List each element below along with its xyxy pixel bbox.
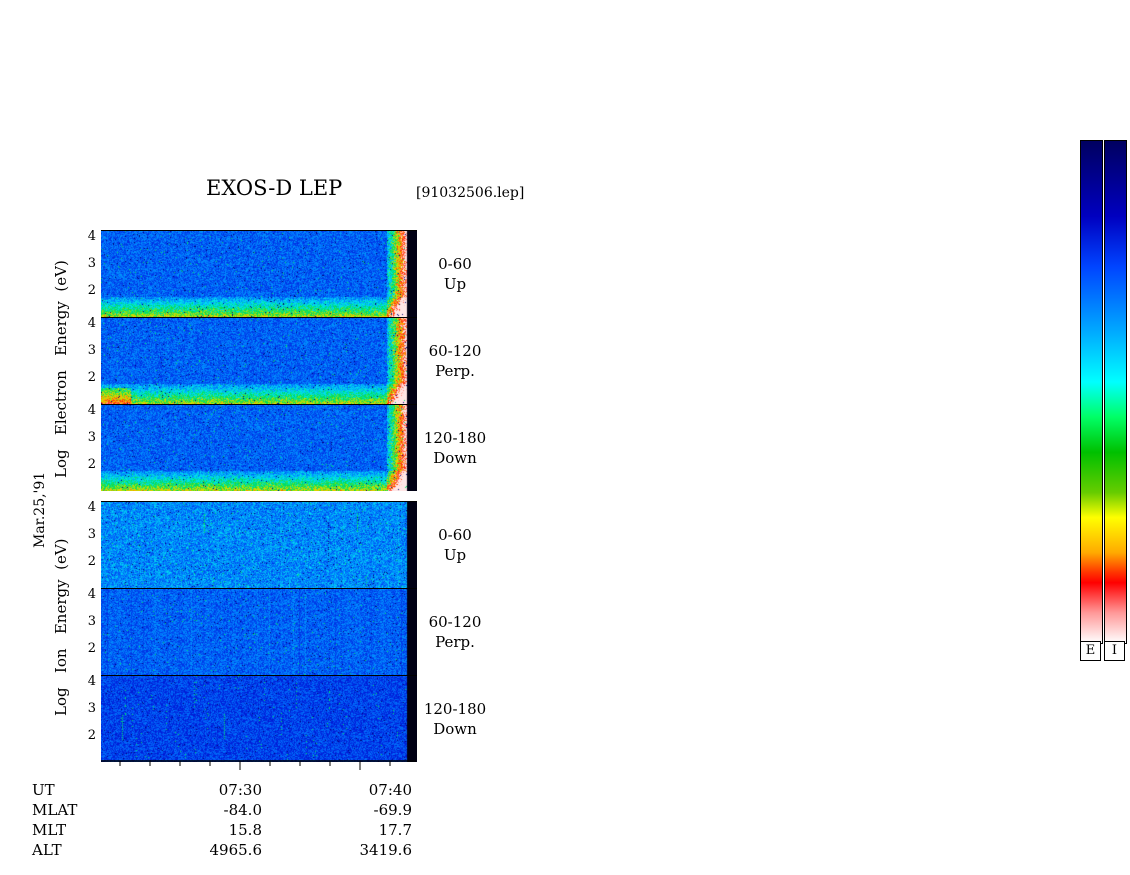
- x-ticks: [119, 761, 391, 770]
- footer-col-0740: 07:40 -69.9 17.7 3419.6: [340, 780, 413, 860]
- axis-word-log: Log: [52, 687, 70, 716]
- y-tick-label: 3: [87, 430, 96, 445]
- colorbar-ion: [1104, 140, 1127, 644]
- axis-word-energy: Energy: [52, 301, 70, 356]
- pitch-angle-range: 0-60: [438, 255, 472, 273]
- panel-border: [101, 675, 417, 676]
- y-tick-label: 3: [87, 527, 96, 542]
- date-label: Mar.25,'91: [32, 471, 48, 548]
- spectrogram-canvas: [101, 317, 417, 404]
- pitch-angle-range: 60-120: [428, 342, 482, 360]
- footer-value: 15.8: [228, 821, 262, 839]
- axis-word-log: Log: [52, 449, 70, 478]
- x-axis: [101, 760, 416, 770]
- pitch-angle-range: 120-180: [423, 429, 487, 447]
- panel-border: [101, 588, 417, 589]
- pitch-angle-direction: Up: [443, 275, 467, 293]
- y-tick-label: 4: [87, 403, 96, 418]
- colorbar-electron: [1080, 140, 1103, 644]
- electron-axis-label: Log Electron Energy (eV): [52, 260, 70, 478]
- y-tick-label: 2: [87, 641, 96, 656]
- pitch-angle-direction: Up: [443, 546, 467, 564]
- pitch-angle-range: 120-180: [423, 700, 487, 718]
- spectrogram-electron-2: [101, 404, 417, 491]
- footer-value: -69.9: [373, 801, 412, 819]
- spectrogram-ion-4: [101, 588, 417, 675]
- chart-title: EXOS-D LEP: [206, 176, 343, 200]
- panel-border: [101, 404, 417, 405]
- footer-value: 07:40: [368, 781, 412, 799]
- pitch-angle-direction: Perp.: [435, 362, 475, 380]
- panel-label: 120-180 Down: [415, 428, 495, 468]
- y-tick-label: 2: [87, 457, 96, 472]
- y-tick-label: 2: [87, 554, 96, 569]
- pitch-angle-range: 0-60: [438, 526, 472, 544]
- panel-label: 0-60 Up: [415, 254, 495, 294]
- axis-word-energy: Energy: [52, 579, 70, 635]
- spectrogram-electron-0: [101, 230, 417, 317]
- pitch-angle-direction: Down: [433, 720, 477, 738]
- axis-word-species: Electron: [52, 370, 70, 436]
- y-tick-label: 3: [87, 701, 96, 716]
- ion-axis-label: Log Ion Energy (eV): [52, 538, 70, 716]
- footer-value: -84.0: [223, 801, 262, 819]
- spectrogram-ion-3: [101, 501, 417, 588]
- y-tick-label: 2: [87, 370, 96, 385]
- footer-col-0730: 07:30 -84.0 15.8 4965.6: [190, 780, 263, 860]
- y-tick-label: 3: [87, 614, 96, 629]
- panel-label: 120-180 Down: [415, 699, 495, 739]
- y-tick-label: 2: [87, 283, 96, 298]
- colorbar-label-i: I: [1104, 641, 1125, 661]
- spectrogram-canvas: [101, 588, 417, 675]
- pitch-angle-direction: Down: [433, 449, 477, 467]
- panel-border: [101, 501, 417, 502]
- spectrogram-canvas: [101, 230, 417, 317]
- file-name: [91032506.lep]: [416, 185, 525, 201]
- panel-border: [101, 317, 417, 318]
- y-tick-label: 4: [87, 674, 96, 689]
- footer-value: 17.7: [378, 821, 412, 839]
- y-tick-label: 4: [87, 587, 96, 602]
- panel-label: 0-60 Up: [415, 525, 495, 565]
- footer-label-mlat: MLAT: [32, 801, 78, 819]
- footer-label-mlt: MLT: [32, 821, 67, 839]
- footer-label-alt: ALT: [32, 841, 62, 859]
- y-tick-label: 2: [87, 728, 96, 743]
- footer-labels: UT MLAT MLT ALT: [32, 780, 77, 860]
- y-tick-label: 4: [87, 500, 96, 515]
- panel-label: 60-120 Perp.: [415, 341, 495, 381]
- pitch-angle-direction: Perp.: [435, 633, 475, 651]
- spectrogram-canvas: [101, 501, 417, 588]
- axis-word-species: Ion: [52, 648, 70, 674]
- footer-value: 3419.6: [359, 841, 413, 859]
- y-tick-label: 4: [87, 229, 96, 244]
- footer-label-ut: UT: [32, 781, 55, 799]
- pitch-angle-range: 60-120: [428, 613, 482, 631]
- footer-value: 4965.6: [209, 841, 263, 859]
- spectrogram-canvas: [101, 404, 417, 491]
- axis-word-unit: (eV): [52, 538, 70, 570]
- colorbar-label-e: E: [1080, 641, 1101, 661]
- spectrogram-ion-5: [101, 675, 417, 762]
- axis-word-unit: (eV): [52, 260, 70, 292]
- panel-label: 60-120 Perp.: [415, 612, 495, 652]
- footer-value: 07:30: [218, 781, 262, 799]
- y-tick-label: 3: [87, 256, 96, 271]
- y-tick-label: 3: [87, 343, 96, 358]
- y-tick-label: 4: [87, 316, 96, 331]
- spectrogram-electron-1: [101, 317, 417, 404]
- spectrogram-canvas: [101, 675, 417, 762]
- panel-border: [101, 230, 417, 231]
